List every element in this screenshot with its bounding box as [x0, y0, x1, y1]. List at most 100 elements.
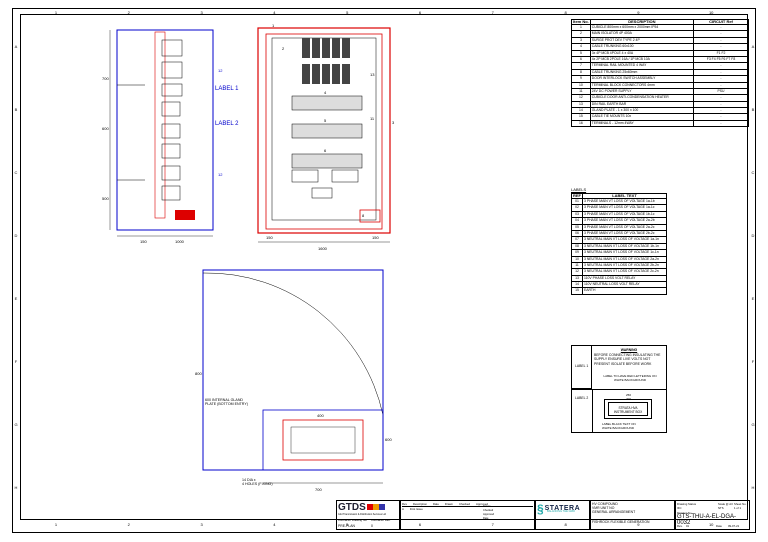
- client-logo-icon: §: [537, 502, 544, 516]
- company-logo: GTDS: [338, 502, 366, 513]
- grid-row-label: E: [14, 296, 18, 301]
- label-1-sub: LABEL TO HAVE RED LETTERING ON WHITE BAC…: [603, 374, 657, 382]
- side-tag-1: 12: [218, 68, 223, 73]
- front-tag: 3: [392, 120, 395, 125]
- front-dim-total: 1600: [318, 246, 328, 251]
- front-tag: 1: [272, 23, 275, 28]
- front-view-drawing: 1600 150 150 1 13 2 11 3 4 5 6 8: [257, 23, 395, 251]
- label-2-text: STRATA HVA INSTRUMENT BOX: [608, 402, 648, 416]
- scale-value: NTS: [718, 506, 724, 510]
- side-label-2: LABEL 2: [215, 121, 239, 127]
- label-table: REF LABEL TEXT 01 3 PHASE MAIN VT LOSS OF …: [571, 193, 667, 295]
- company-sub: Grid Transmission & Distribution Service…: [338, 513, 386, 516]
- plan-dim-base: 600: [385, 437, 392, 442]
- sign-field: Approved: [483, 512, 495, 516]
- grid-column-label: 4: [273, 522, 276, 527]
- item-table: Item No. DESCRIPTION CIRCUIT Ref 1 CUBICLE …: [571, 19, 749, 128]
- label-2-ref: LABEL 2: [575, 396, 589, 400]
- front-dim-right: 150: [372, 235, 379, 240]
- table-cell: EARTH: [582, 287, 667, 295]
- dim-top: 700: [102, 76, 109, 81]
- label-1-text: BEFORE CONNECTING INSULATING THE SUPPLY …: [594, 353, 661, 366]
- grid-row-label: C: [14, 170, 18, 175]
- grid-column-label: 8: [564, 10, 567, 15]
- title-block: HV COMPOUND VMR UNIT NO GENERAL ARRANGEM…: [590, 500, 675, 530]
- grid-column-label: 5: [346, 10, 349, 15]
- table-cell: 16: [571, 119, 591, 128]
- contract-label: Contractor Drawing No.: [338, 518, 368, 522]
- grid-row-label: C: [751, 170, 755, 175]
- sign-field: Date: [483, 516, 489, 520]
- front-tag: 11: [370, 116, 375, 121]
- grid-column-label: 1: [54, 10, 58, 15]
- dim-width: 1000: [175, 239, 185, 244]
- grid-row-label: B: [751, 107, 755, 112]
- date-label: Date: [716, 524, 722, 528]
- grid-column-label: 3: [200, 10, 203, 15]
- revision-cell: A: [402, 507, 404, 511]
- sign-field: Checked: [483, 508, 494, 512]
- header-item: Item No.: [571, 19, 591, 25]
- grid-row-label: D: [14, 233, 18, 238]
- grid-row-label: F: [14, 359, 18, 364]
- front-tag: 8: [362, 213, 365, 218]
- revision-header: Drawn: [444, 502, 453, 506]
- title-line: GENERAL ARRANGEMENT: [592, 510, 636, 514]
- company-block: GTDS Grid Transmission & Distribution Se…: [336, 500, 400, 530]
- revision-header: Description: [412, 502, 427, 506]
- plan-view-drawing: 700 400 800 600: [195, 269, 392, 492]
- revision-header: Checked: [459, 502, 471, 506]
- plan-dim-inner: 400: [317, 413, 324, 418]
- table-cell: TERMINALS - 12mm 4WAY: [589, 119, 695, 128]
- table-row: 16 TERMINALS - 12mm 4WAY -: [571, 119, 749, 128]
- grid-row-label: H: [14, 485, 18, 490]
- sheet-value: 1 of 1: [734, 506, 741, 510]
- side-label-1: LABEL 1: [215, 86, 239, 92]
- grid-column-label: 6: [418, 10, 422, 15]
- date-value: 09-07-21: [728, 524, 740, 528]
- sign-field: Drawn: [483, 505, 491, 508]
- dim-bot: 500: [102, 196, 109, 201]
- grid-row-label: G: [14, 422, 18, 427]
- contractor-rev-value: 0: [371, 524, 373, 528]
- grid-row-label: A: [14, 44, 18, 49]
- front-dim-left: 150: [266, 235, 273, 240]
- client-tagline: BALANCING THE GRID: [547, 510, 576, 513]
- label-table-title: LABELS: [571, 187, 587, 192]
- front-tag: 6: [324, 148, 327, 153]
- contractor-rev-label: Contractor Rev.: [371, 518, 391, 522]
- front-tag: 4: [324, 90, 327, 95]
- client-block: § STATERA BALANCING THE GRID: [535, 500, 590, 530]
- drawing-number-block: Drawing Status IFC Scale @ A3 NTS Sheet …: [675, 500, 750, 530]
- front-tag: 5: [324, 118, 327, 123]
- revision-header: Rev: [402, 502, 407, 506]
- rev-value: 01: [686, 524, 690, 528]
- rev-label: Rev.: [677, 524, 683, 528]
- grid-row-label: H: [751, 485, 755, 490]
- grid-column-label: 2: [127, 522, 130, 527]
- grid-row-label: E: [751, 296, 755, 301]
- label-2-dim: 200: [626, 397, 632, 401]
- grid-column-label: 7: [491, 10, 494, 15]
- revision-block: Rev Description Date Drawn Checked Approved A…: [400, 500, 535, 530]
- side-tag-2: 12: [218, 172, 223, 177]
- grid-row-label: F: [751, 359, 755, 364]
- grid-row-label: G: [751, 422, 755, 427]
- revision-header: Date: [432, 502, 439, 506]
- front-tag: 2: [282, 46, 285, 51]
- grid-row-label: B: [14, 107, 18, 112]
- grid-column-label: 1: [54, 522, 58, 527]
- table-cell: -: [693, 119, 749, 128]
- grid-column-label: 2: [127, 10, 130, 15]
- header-ref: REF: [571, 193, 583, 199]
- plan-note-gland: 600 INTERNAL GLAND PLATE (BOTTOM ENTRY): [205, 398, 248, 406]
- plan-dim-depth: 800: [195, 371, 202, 376]
- contract-value: PRE-PLAN: [338, 524, 355, 528]
- table-cell: 15: [571, 287, 583, 295]
- project-name: FISHROCK FLEXIBLE GENERATION: [592, 519, 673, 524]
- table-row: 15 EARTH: [571, 287, 667, 295]
- front-tag: 13: [370, 72, 375, 77]
- grid-column-label: 4: [273, 10, 276, 15]
- plan-dim-width: 700: [315, 487, 322, 492]
- grid-column-label: 10: [708, 10, 714, 15]
